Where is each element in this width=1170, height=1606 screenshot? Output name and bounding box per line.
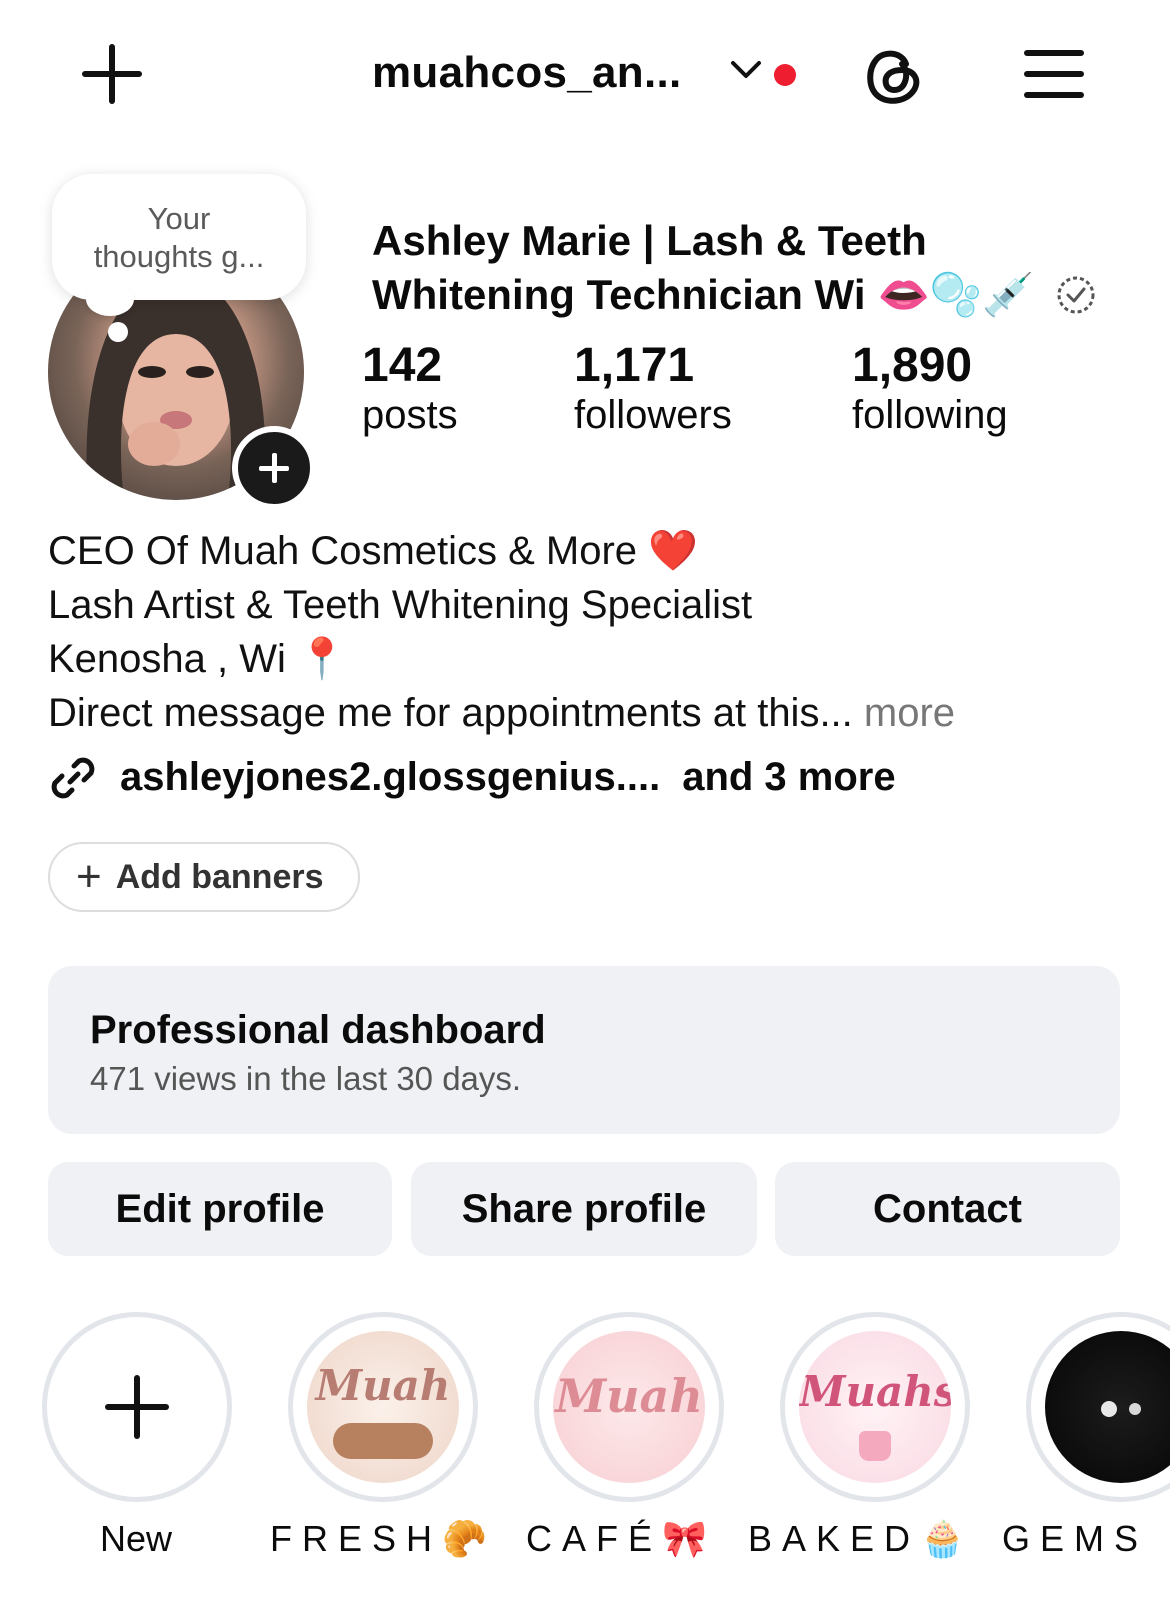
- add-banners-label: Add banners: [115, 857, 324, 896]
- heart-emoji: ❤️: [648, 528, 698, 574]
- stat-following-label: following: [852, 393, 1008, 437]
- stat-posts-label: posts: [362, 393, 458, 437]
- highlight-label-new: New: [100, 1518, 173, 1559]
- note-bubble[interactable]: Your thoughts g...: [52, 174, 306, 300]
- note-bubble-dot: [108, 322, 128, 342]
- bio-more-link[interactable]: more: [864, 691, 955, 735]
- stat-following[interactable]: 1,890 following: [852, 338, 1008, 438]
- highlight-fresh[interactable]: Muah: [288, 1312, 478, 1502]
- account-switcher[interactable]: muahcos_an...: [372, 48, 682, 98]
- pin-emoji: 📍: [297, 636, 347, 682]
- highlight-fresh-cover: Muah: [307, 1331, 459, 1483]
- dashboard-title: Professional dashboard: [90, 1008, 546, 1052]
- bio: CEO Of Muah Cosmetics & More ❤️ Lash Art…: [48, 524, 1138, 740]
- highlight-cafe[interactable]: Muah: [534, 1312, 724, 1502]
- stat-followers-value: 1,171: [574, 339, 695, 392]
- share-profile-button[interactable]: Share profile: [411, 1162, 757, 1256]
- new-post-button[interactable]: [82, 44, 142, 104]
- edit-profile-button[interactable]: Edit profile: [48, 1162, 392, 1256]
- menu-icon[interactable]: [1024, 50, 1084, 98]
- highlight-gems-cover: [1045, 1331, 1170, 1483]
- bio-links[interactable]: ashleyjones2.glossgenius.... and 3 more: [48, 752, 896, 802]
- plus-icon: [105, 1375, 169, 1439]
- bio-line1: CEO Of Muah Cosmetics & More: [48, 529, 638, 573]
- notification-dot: [774, 64, 796, 86]
- stat-posts[interactable]: 142 posts: [362, 338, 458, 438]
- plus-icon: +: [76, 852, 102, 901]
- add-banners-button[interactable]: + Add banners: [48, 842, 360, 912]
- name-emojis: 👄🫧💉: [877, 270, 1035, 319]
- highlight-baked[interactable]: Muahs: [780, 1312, 970, 1502]
- link-icon: [51, 757, 95, 799]
- bio-line4: Direct message me for appointments at th…: [48, 691, 853, 735]
- name-line2: Whitening Technician Wi: [372, 271, 866, 318]
- contact-button[interactable]: Contact: [775, 1162, 1120, 1256]
- fresh-logo: Muah: [315, 1361, 451, 1410]
- highlight-label-fresh: FRESH🥐: [270, 1518, 497, 1559]
- highlight-label-baked: BAKED🧁: [748, 1518, 975, 1559]
- note-line2: thoughts g...: [93, 239, 265, 274]
- profile-name: Ashley Marie | Lash & Teeth Whitening Te…: [372, 214, 1132, 322]
- verified-dashed-icon[interactable]: [1056, 275, 1096, 315]
- dashboard-subtitle: 471 views in the last 30 days.: [90, 1060, 522, 1097]
- bio-line3: Kenosha , Wi: [48, 637, 286, 681]
- highlight-label-cafe: CAFÉ🎀: [526, 1518, 717, 1559]
- note-bubble-tail: [86, 282, 134, 316]
- stat-followers-label: followers: [574, 393, 732, 437]
- cafe-logo: Muah: [555, 1369, 703, 1423]
- add-story-button[interactable]: [232, 426, 316, 510]
- stat-following-value: 1,890: [852, 339, 973, 392]
- highlight-label-gems: GEMS: [1002, 1518, 1149, 1559]
- link-url[interactable]: ashleyjones2.glossgenius....: [120, 755, 660, 800]
- chevron-down-icon[interactable]: [730, 58, 762, 82]
- bio-line2: Lash Artist & Teeth Whitening Specialist: [48, 583, 753, 627]
- stat-followers[interactable]: 1,171 followers: [574, 338, 732, 438]
- stat-posts-value: 142: [362, 339, 443, 392]
- link-more[interactable]: and 3 more: [682, 755, 895, 800]
- note-line1: Your: [147, 201, 211, 236]
- highlight-cafe-cover: Muah: [553, 1331, 705, 1483]
- highlight-baked-cover: Muahs: [799, 1331, 951, 1483]
- threads-icon[interactable]: [862, 44, 924, 108]
- highlight-new[interactable]: [42, 1312, 232, 1502]
- baked-logo: Muahs: [799, 1367, 951, 1416]
- highlight-gems[interactable]: [1026, 1312, 1170, 1502]
- name-line1: Ashley Marie | Lash & Teeth: [372, 217, 927, 264]
- professional-dashboard[interactable]: Professional dashboard 471 views in the …: [48, 966, 1120, 1134]
